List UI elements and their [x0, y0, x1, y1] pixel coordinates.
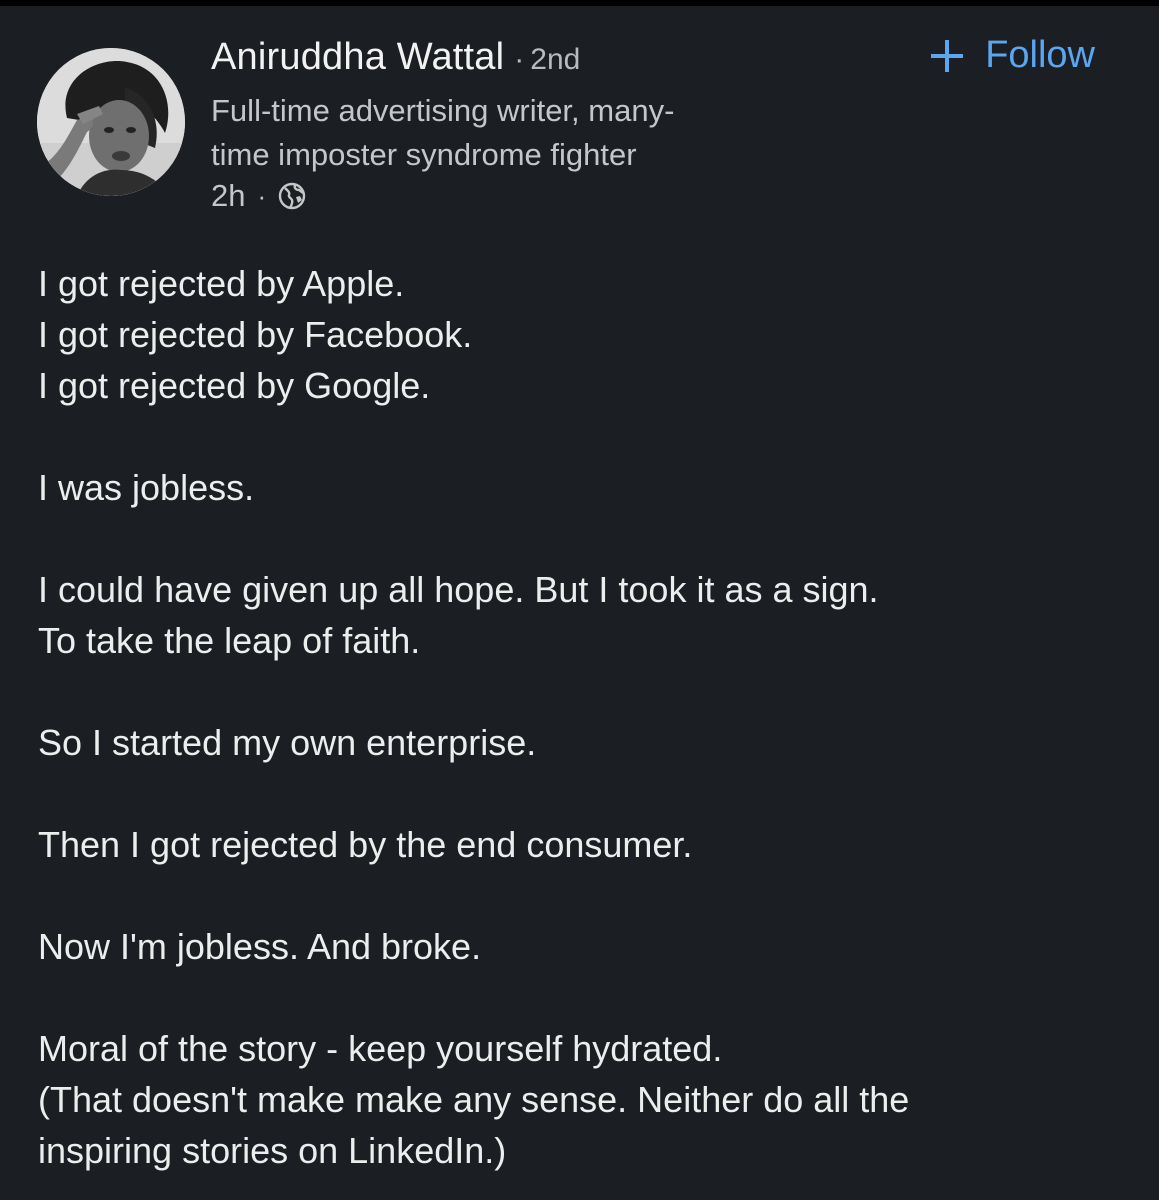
linkedin-post: Aniruddha Wattal · 2nd Full-time advertisi… — [0, 0, 1159, 1200]
plus-icon — [929, 38, 965, 74]
follow-button[interactable]: Follow — [929, 34, 1095, 77]
post-paragraph: Moral of the story - keep yourself hydra… — [38, 1023, 1138, 1176]
post-line: Moral of the story - keep yourself hydra… — [38, 1028, 723, 1069]
degree-separator: · — [514, 43, 525, 76]
headline-line: time imposter syndrome fighter — [211, 137, 637, 172]
post-paragraph: Then I got rejected by the end consumer. — [38, 819, 1138, 870]
post-paragraph: Now I'm jobless. And broke. — [38, 921, 1138, 972]
post-line: (That doesn't make make any sense. Neith… — [38, 1079, 910, 1120]
post-line: Then I got rejected by the end consumer. — [38, 824, 693, 865]
post-paragraph: I was jobless. — [38, 462, 1138, 513]
post-line: Now I'm jobless. And broke. — [38, 926, 482, 967]
follow-label: Follow — [985, 34, 1095, 76]
post-line: I got rejected by Apple. — [38, 263, 405, 304]
author-name-line: Aniruddha Wattal · 2nd — [211, 36, 580, 79]
meta-separator: · — [257, 180, 267, 211]
author-name[interactable]: Aniruddha Wattal — [211, 36, 504, 78]
post-body: I got rejected by Apple. I got rejected … — [38, 258, 1138, 1200]
connection-degree: 2nd — [530, 43, 581, 76]
post-line: So I started my own enterprise. — [38, 722, 537, 763]
post-meta: 2h · — [211, 178, 306, 214]
post-line: I could have given up all hope. But I to… — [38, 569, 879, 610]
post-paragraph: I got rejected by Apple. I got rejected … — [38, 258, 1138, 411]
avatar-photo — [37, 48, 185, 196]
post-line: I got rejected by Google. — [38, 365, 431, 406]
avatar[interactable] — [37, 48, 185, 196]
top-edge — [0, 0, 1159, 6]
post-line: I was jobless. — [38, 467, 255, 508]
post-line: To take the leap of faith. — [38, 620, 421, 661]
author-headline: Full-time advertising writer, many- time… — [211, 89, 831, 177]
post-paragraph: I could have given up all hope. But I to… — [38, 564, 1138, 666]
post-line: I got rejected by Facebook. — [38, 314, 473, 355]
post-line: inspiring stories on LinkedIn.) — [38, 1130, 507, 1171]
post-time: 2h — [211, 178, 246, 213]
post-paragraph: So I started my own enterprise. — [38, 717, 1138, 768]
globe-icon — [278, 182, 306, 210]
headline-line: Full-time advertising writer, many- — [211, 93, 675, 128]
